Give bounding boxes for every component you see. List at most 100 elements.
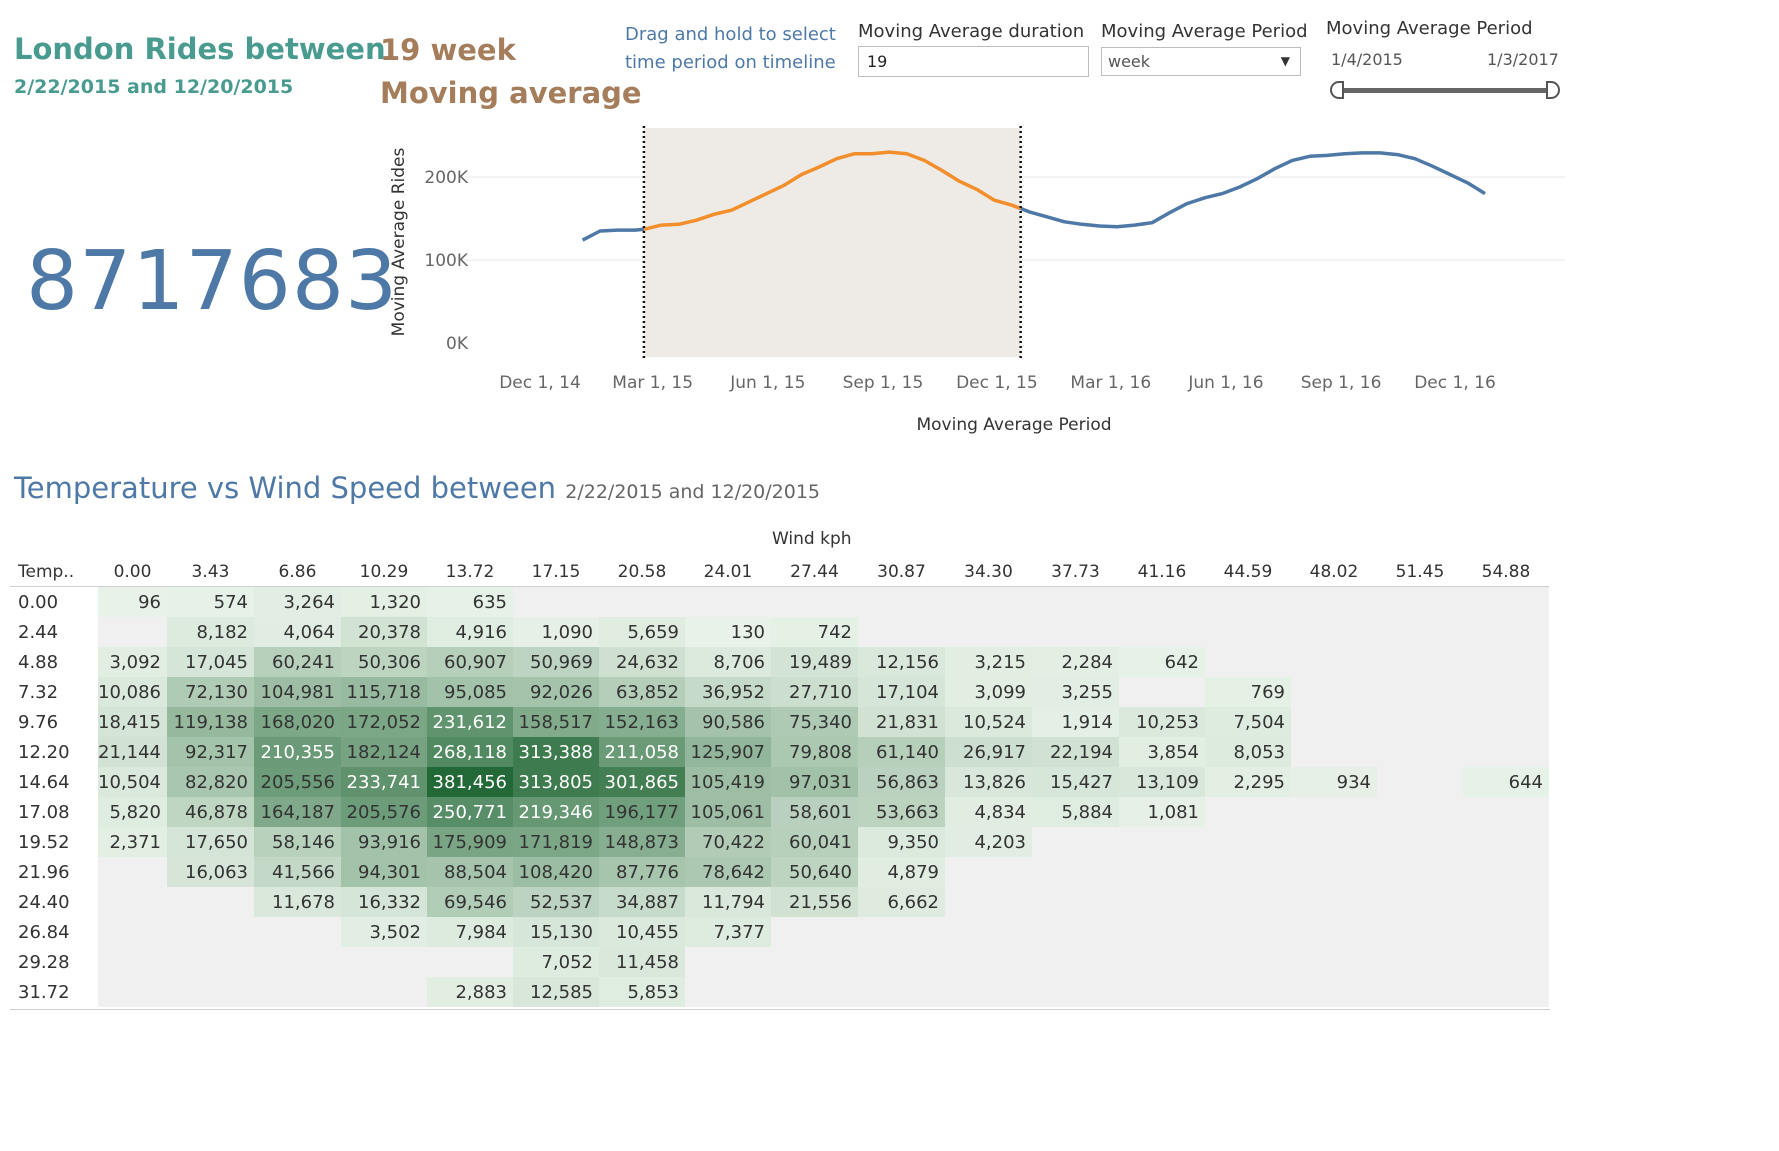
heatmap-cell[interactable]: 20,378 bbox=[340, 617, 427, 647]
heatmap-cell[interactable]: 75,340 bbox=[770, 707, 858, 737]
heatmap-cell[interactable] bbox=[1031, 857, 1119, 887]
heatmap-cell[interactable]: 211,058 bbox=[598, 737, 685, 767]
heatmap-cell[interactable] bbox=[1376, 586, 1463, 617]
heatmap-cell[interactable] bbox=[1204, 586, 1291, 617]
heatmap-cell[interactable]: 205,556 bbox=[253, 767, 341, 797]
heatmap-cell[interactable] bbox=[1462, 647, 1549, 677]
heatmap-cell[interactable] bbox=[1204, 857, 1291, 887]
heatmap-cell[interactable]: 381,456 bbox=[426, 767, 513, 797]
heatmap-cell[interactable] bbox=[1462, 887, 1549, 917]
heatmap-cell[interactable]: 52,537 bbox=[512, 887, 599, 917]
heatmap-cell[interactable]: 7,504 bbox=[1204, 707, 1291, 737]
heatmap-cell[interactable]: 17,650 bbox=[166, 827, 254, 857]
heatmap-cell[interactable] bbox=[1204, 917, 1291, 947]
heatmap-cell[interactable]: 175,909 bbox=[426, 827, 513, 857]
heatmap-cell[interactable]: 97,031 bbox=[770, 767, 858, 797]
heatmap-cell[interactable] bbox=[1290, 827, 1377, 857]
heatmap-cell[interactable]: 2,371 bbox=[98, 827, 167, 857]
heatmap-cell[interactable] bbox=[98, 617, 167, 647]
heatmap-cell[interactable]: 644 bbox=[1462, 767, 1549, 797]
heatmap-cell[interactable] bbox=[944, 977, 1032, 1007]
heatmap-cell[interactable] bbox=[598, 586, 685, 617]
heatmap-cell[interactable] bbox=[1462, 677, 1549, 707]
heatmap-cell[interactable]: 95,085 bbox=[426, 677, 513, 707]
heatmap-cell[interactable]: 125,907 bbox=[684, 737, 771, 767]
heatmap-cell[interactable]: 5,884 bbox=[1031, 797, 1119, 827]
heatmap-cell[interactable]: 60,041 bbox=[770, 827, 858, 857]
heatmap-cell[interactable]: 148,873 bbox=[598, 827, 685, 857]
heatmap-cell[interactable]: 8,053 bbox=[1204, 737, 1291, 767]
heatmap-cell[interactable] bbox=[1118, 977, 1205, 1007]
heatmap-cell[interactable]: 3,092 bbox=[98, 647, 167, 677]
heatmap-cell[interactable]: 3,854 bbox=[1118, 737, 1205, 767]
heatmap-cell[interactable]: 13,109 bbox=[1118, 767, 1205, 797]
heatmap-cell[interactable] bbox=[1376, 857, 1463, 887]
heatmap-cell[interactable]: 742 bbox=[770, 617, 858, 647]
heatmap-cell[interactable] bbox=[512, 586, 599, 617]
heatmap-cell[interactable]: 3,502 bbox=[340, 917, 427, 947]
heatmap-cell[interactable]: 769 bbox=[1204, 677, 1291, 707]
heatmap-cell[interactable]: 24,632 bbox=[598, 647, 685, 677]
heatmap-cell[interactable]: 63,852 bbox=[598, 677, 685, 707]
heatmap-cell[interactable]: 17,104 bbox=[857, 677, 945, 707]
heatmap-cell[interactable] bbox=[944, 917, 1032, 947]
heatmap-cell[interactable] bbox=[1290, 857, 1377, 887]
heatmap-cell[interactable]: 21,831 bbox=[857, 707, 945, 737]
heatmap-cell[interactable]: 53,663 bbox=[857, 797, 945, 827]
heatmap-cell[interactable]: 301,865 bbox=[598, 767, 685, 797]
heatmap-cell[interactable]: 219,346 bbox=[512, 797, 599, 827]
heatmap-cell[interactable] bbox=[98, 977, 167, 1007]
range-start-handle[interactable] bbox=[1330, 81, 1344, 99]
heatmap-cell[interactable] bbox=[1118, 677, 1205, 707]
heatmap-cell[interactable] bbox=[1118, 887, 1205, 917]
heatmap-cell[interactable]: 268,118 bbox=[426, 737, 513, 767]
heatmap-cell[interactable] bbox=[1376, 677, 1463, 707]
heatmap-cell[interactable] bbox=[1204, 887, 1291, 917]
heatmap-cell[interactable]: 3,215 bbox=[944, 647, 1032, 677]
heatmap-cell[interactable] bbox=[1290, 677, 1377, 707]
heatmap-cell[interactable]: 93,916 bbox=[340, 827, 427, 857]
heatmap-cell[interactable] bbox=[1462, 737, 1549, 767]
heatmap-cell[interactable] bbox=[1204, 977, 1291, 1007]
heatmap-cell[interactable] bbox=[1462, 857, 1549, 887]
heatmap-cell[interactable] bbox=[770, 977, 858, 1007]
heatmap-cell[interactable]: 21,144 bbox=[98, 737, 167, 767]
heatmap-cell[interactable]: 60,241 bbox=[253, 647, 341, 677]
heatmap-cell[interactable]: 9,350 bbox=[857, 827, 945, 857]
heatmap-cell[interactable]: 4,064 bbox=[253, 617, 341, 647]
heatmap-cell[interactable]: 12,156 bbox=[857, 647, 945, 677]
heatmap-cell[interactable] bbox=[1376, 767, 1463, 797]
heatmap-cell[interactable]: 90,586 bbox=[684, 707, 771, 737]
heatmap-cell[interactable] bbox=[1376, 737, 1463, 767]
heatmap-cell[interactable]: 108,420 bbox=[512, 857, 599, 887]
heatmap-cell[interactable]: 171,819 bbox=[512, 827, 599, 857]
heatmap-cell[interactable]: 13,826 bbox=[944, 767, 1032, 797]
heatmap-cell[interactable] bbox=[98, 947, 167, 977]
range-end-handle[interactable] bbox=[1546, 81, 1560, 99]
heatmap-cell[interactable]: 16,063 bbox=[166, 857, 254, 887]
heatmap-cell[interactable]: 88,504 bbox=[426, 857, 513, 887]
heatmap-cell[interactable] bbox=[1204, 827, 1291, 857]
heatmap-cell[interactable]: 210,355 bbox=[253, 737, 341, 767]
heatmap-cell[interactable]: 94,301 bbox=[340, 857, 427, 887]
heatmap-cell[interactable]: 50,969 bbox=[512, 647, 599, 677]
heatmap-cell[interactable] bbox=[1376, 797, 1463, 827]
heatmap-cell[interactable]: 22,194 bbox=[1031, 737, 1119, 767]
heatmap-cell[interactable] bbox=[426, 947, 513, 977]
heatmap-cell[interactable]: 15,427 bbox=[1031, 767, 1119, 797]
heatmap-cell[interactable]: 16,332 bbox=[340, 887, 427, 917]
heatmap-cell[interactable]: 233,741 bbox=[340, 767, 427, 797]
heatmap-cell[interactable] bbox=[98, 857, 167, 887]
heatmap-cell[interactable] bbox=[944, 947, 1032, 977]
heatmap-cell[interactable]: 56,863 bbox=[857, 767, 945, 797]
heatmap-cell[interactable]: 196,177 bbox=[598, 797, 685, 827]
heatmap-cell[interactable] bbox=[1376, 707, 1463, 737]
heatmap-cell[interactable]: 205,576 bbox=[340, 797, 427, 827]
heatmap-cell[interactable] bbox=[1462, 977, 1549, 1007]
heatmap-cell[interactable] bbox=[166, 917, 254, 947]
heatmap-cell[interactable]: 92,317 bbox=[166, 737, 254, 767]
heatmap-cell[interactable]: 172,052 bbox=[340, 707, 427, 737]
heatmap-cell[interactable] bbox=[1290, 977, 1377, 1007]
heatmap-cell[interactable]: 158,517 bbox=[512, 707, 599, 737]
heatmap-cell[interactable]: 7,377 bbox=[684, 917, 771, 947]
